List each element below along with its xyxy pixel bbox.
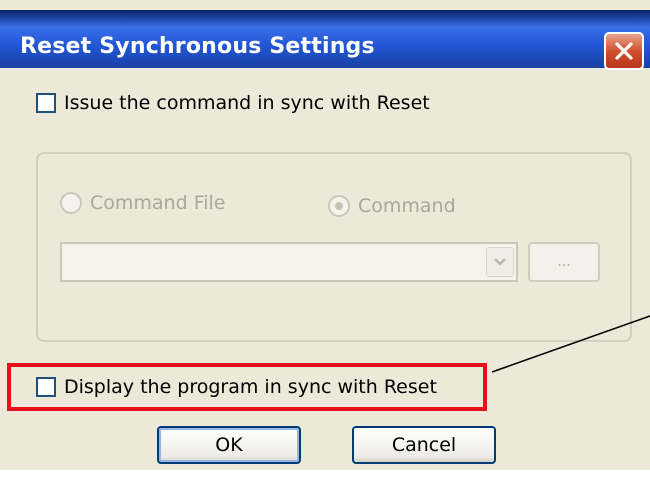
radio-command-file-label: Command File — [90, 192, 226, 214]
ok-button[interactable]: OK — [157, 426, 301, 464]
title-bar[interactable]: Reset Synchronous Settings — [0, 10, 650, 70]
reset-synchronous-settings-dialog: Reset Synchronous Settings Issue the com… — [0, 0, 650, 470]
issue-command-option[interactable]: Issue the command in sync with Reset — [36, 92, 430, 114]
display-program-checkbox[interactable] — [36, 377, 56, 397]
close-button[interactable] — [604, 32, 644, 70]
chevron-down-icon — [494, 258, 506, 266]
radio-command-file[interactable]: Command File — [60, 192, 226, 214]
radio-command[interactable]: Command — [328, 195, 456, 217]
cancel-button[interactable]: Cancel — [352, 426, 496, 464]
radio-command-button[interactable] — [328, 195, 350, 217]
command-combo-box[interactable] — [60, 242, 518, 282]
close-icon — [615, 42, 633, 60]
issue-command-checkbox[interactable] — [36, 93, 56, 113]
radio-command-label: Command — [358, 195, 456, 217]
radio-selected-dot — [335, 202, 343, 210]
browse-button[interactable]: ... — [528, 242, 600, 282]
display-program-label: Display the program in sync with Reset — [64, 376, 437, 398]
combo-dropdown-button[interactable] — [486, 247, 514, 277]
issue-command-label: Issue the command in sync with Reset — [64, 92, 430, 114]
display-program-option[interactable]: Display the program in sync with Reset — [36, 376, 437, 398]
window-title: Reset Synchronous Settings — [20, 34, 375, 59]
radio-command-file-button[interactable] — [60, 192, 82, 214]
